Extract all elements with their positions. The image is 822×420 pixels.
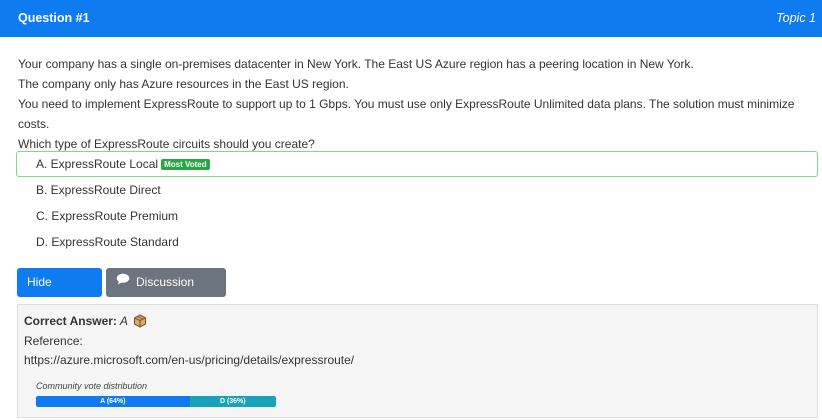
correct-answer-line: Correct Answer: A xyxy=(24,314,147,331)
discussion-button[interactable]: Discussion24 xyxy=(106,267,226,317)
correct-answer-value: A xyxy=(119,314,128,328)
most-voted-badge: Most Voted xyxy=(161,159,210,170)
question-line: The company only has Azure resources in … xyxy=(18,77,349,91)
choice-label: C. ExpressRoute Premium xyxy=(36,209,179,223)
vote-distribution-title: Community vote distribution xyxy=(36,381,148,391)
vote-segment-a: A (64%) xyxy=(36,396,190,407)
question-line: You need to implement ExpressRoute to su… xyxy=(18,97,795,131)
question-number: Question #1 xyxy=(18,11,90,25)
correct-answer-label: Correct Answer: xyxy=(24,314,117,328)
choice-a[interactable]: A. ExpressRoute Local Most Voted xyxy=(16,151,818,177)
vote-distribution-bar: A (64%) D (36%) xyxy=(36,396,276,407)
question-text: Your company has a single on-premises da… xyxy=(18,54,808,154)
vote-segment-d: D (36%) xyxy=(189,396,276,407)
choice-c[interactable]: C. ExpressRoute Premium xyxy=(16,203,818,229)
choices-list: A. ExpressRoute Local Most Voted B. Expre… xyxy=(16,151,818,255)
topic-label: Topic 1 xyxy=(776,11,816,25)
choice-label: A. ExpressRoute Local xyxy=(36,157,159,171)
discussion-label: Discussion xyxy=(136,275,195,289)
solution-panel: Correct Answer: A Reference: https://azur… xyxy=(17,304,818,418)
reference-url[interactable]: https://azure.microsoft.com/en-us/pricin… xyxy=(24,353,354,367)
question-header: Question #1 Topic 1 xyxy=(0,0,822,37)
choice-d[interactable]: D. ExpressRoute Standard xyxy=(16,229,818,255)
question-card: Question #1 Topic 1 Your company has a s… xyxy=(0,0,822,420)
choice-label: B. ExpressRoute Direct xyxy=(36,183,161,197)
hide-solution-button[interactable]: Hide Solution xyxy=(17,268,102,318)
speech-bubble-icon xyxy=(116,267,130,296)
reference-label: Reference: xyxy=(24,334,83,348)
box-icon xyxy=(133,314,147,331)
question-line: Your company has a single on-premises da… xyxy=(18,57,694,71)
choice-b[interactable]: B. ExpressRoute Direct xyxy=(16,177,818,203)
choice-label: D. ExpressRoute Standard xyxy=(36,235,179,249)
